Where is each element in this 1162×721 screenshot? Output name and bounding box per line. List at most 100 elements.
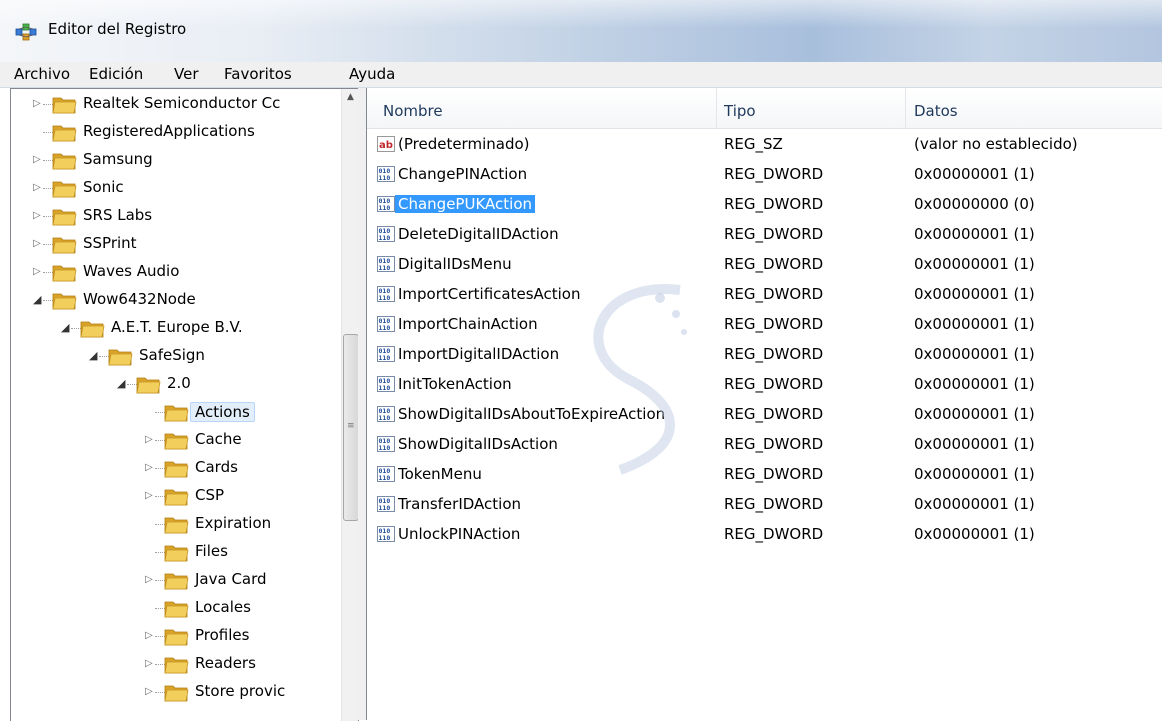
value-name[interactable]: ImportCertificatesAction [398, 285, 581, 303]
tree-item-label[interactable]: CSP [195, 486, 224, 504]
table-row[interactable]: ab (Predeterminado) REG_SZ (valor no establ… [367, 130, 1162, 160]
table-row[interactable]: 010 110 ChangePINAction REG_DWORD 0x00000001… [367, 160, 1162, 190]
folder-icon [79, 317, 105, 339]
folder-icon [163, 569, 189, 591]
title-bar[interactable]: Editor del Registro [0, 0, 1162, 62]
folder-icon [51, 233, 77, 255]
pane-splitter[interactable] [358, 88, 366, 720]
menu-archivo[interactable]: Archivo [14, 65, 70, 83]
tree-item-label[interactable]: Store provic [195, 682, 285, 700]
tree-item[interactable]: Expiration [11, 511, 341, 539]
key-tree[interactable]: ▷ Realtek Semiconductor Cc RegisteredAppli… [10, 88, 359, 721]
menu-ver[interactable]: Ver [174, 65, 199, 83]
value-data: 0x00000000 (0) [914, 195, 1035, 213]
tree-item[interactable]: ▷ Sonic [11, 175, 341, 203]
tree-item[interactable]: ▷ Readers [11, 651, 341, 679]
tree-item[interactable]: ▷ Store provic [11, 679, 341, 707]
dword-value-icon: 010 110 [377, 166, 395, 182]
value-type: REG_DWORD [724, 255, 824, 273]
tree-item[interactable]: ▷ CSP [11, 483, 341, 511]
table-row[interactable]: 010 110 DeleteDigitalIDAction REG_DWORD 0x00… [367, 220, 1162, 250]
column-divider[interactable] [716, 88, 717, 128]
column-divider[interactable] [905, 88, 906, 128]
tree-item-label[interactable]: 2.0 [167, 374, 191, 392]
tree-item-label[interactable]: Sonic [83, 178, 124, 196]
tree-item[interactable]: RegisteredApplications [11, 119, 341, 147]
column-header-data[interactable]: Datos [914, 102, 958, 120]
tree-item-label[interactable]: Actions [190, 402, 255, 422]
table-row[interactable]: 010 110 ImportCertificatesAction REG_DWORD 0… [367, 280, 1162, 310]
tree-item[interactable]: ▷ Cache [11, 427, 341, 455]
tree-item[interactable]: ▷ Cards [11, 455, 341, 483]
table-row[interactable]: 010 110 TokenMenu REG_DWORD 0x00000001 (1) [367, 460, 1162, 490]
tree-item-label[interactable]: Files [195, 542, 228, 560]
tree-item[interactable]: ▷ SRS Labs [11, 203, 341, 231]
tree-item[interactable]: ▷ Java Card [11, 567, 341, 595]
menu-ayuda[interactable]: Ayuda [349, 65, 395, 83]
menu-favoritos[interactable]: Favoritos [224, 65, 292, 83]
tree-scrollbar[interactable]: ▲ ≡ [341, 89, 358, 721]
table-row[interactable]: 010 110 ImportDigitalIDAction REG_DWORD 0x00… [367, 340, 1162, 370]
table-row[interactable]: 010 110 ImportChainAction REG_DWORD 0x000000… [367, 310, 1162, 340]
value-name[interactable]: ImportChainAction [398, 315, 538, 333]
value-name[interactable]: UnlockPINAction [398, 525, 520, 543]
scroll-thumb[interactable]: ≡ [343, 334, 358, 521]
tree-item[interactable]: ▷ Realtek Semiconductor Cc [11, 91, 341, 119]
tree-item-label[interactable]: Readers [195, 654, 256, 672]
tree-item[interactable]: ◢ SafeSign [11, 343, 341, 371]
table-row[interactable]: 010 110 ShowDigitalIDsAction REG_DWORD 0x000… [367, 430, 1162, 460]
tree-item-label[interactable]: Cards [195, 458, 238, 476]
tree-item-label[interactable]: SafeSign [139, 346, 205, 364]
tree-item-label[interactable]: Wow6432Node [83, 290, 196, 308]
svg-text:ab: ab [379, 140, 393, 151]
value-name[interactable]: InitTokenAction [398, 375, 512, 393]
tree-item[interactable]: ◢ Wow6432Node [11, 287, 341, 315]
value-name[interactable]: ImportDigitalIDAction [398, 345, 559, 363]
tree-item[interactable]: ▷ SSPrint [11, 231, 341, 259]
tree-item[interactable]: ◢ 2.0 [11, 371, 341, 399]
table-row[interactable]: 010 110 DigitalIDsMenu REG_DWORD 0x00000001 … [367, 250, 1162, 280]
tree-item[interactable]: Files [11, 539, 341, 567]
svg-text:110: 110 [379, 294, 391, 302]
tree-item-label[interactable]: Waves Audio [83, 262, 179, 280]
tree-item[interactable]: ▷ Waves Audio [11, 259, 341, 287]
value-name[interactable]: (Predeterminado) [398, 135, 530, 153]
tree-item-label[interactable]: SRS Labs [83, 206, 152, 224]
value-name[interactable]: DeleteDigitalIDAction [398, 225, 559, 243]
value-name[interactable]: TransferIDAction [398, 495, 521, 513]
tree-item-label[interactable]: Realtek Semiconductor Cc [83, 94, 280, 112]
table-row[interactable]: 010 110 TransferIDAction REG_DWORD 0x0000000… [367, 490, 1162, 520]
value-name[interactable]: DigitalIDsMenu [398, 255, 512, 273]
tree-item[interactable]: ◢ A.E.T. Europe B.V. [11, 315, 341, 343]
table-row[interactable]: 010 110 UnlockPINAction REG_DWORD 0x00000001… [367, 520, 1162, 550]
dword-value-icon: 010 110 [377, 286, 395, 302]
tree-item-label[interactable]: Java Card [195, 570, 267, 588]
value-name[interactable]: ChangePUKAction [395, 195, 536, 213]
column-header-type[interactable]: Tipo [724, 102, 756, 120]
tree-item[interactable]: ▷ Samsung [11, 147, 341, 175]
tree-item[interactable]: Actions [11, 399, 341, 427]
value-name[interactable]: ShowDigitalIDsAction [398, 435, 558, 453]
value-name[interactable]: TokenMenu [398, 465, 482, 483]
tree-item-label[interactable]: A.E.T. Europe B.V. [111, 318, 243, 336]
value-name[interactable]: ChangePINAction [398, 165, 527, 183]
tree-item[interactable]: ▷ Profiles [11, 623, 341, 651]
menu-edicion[interactable]: Edición [89, 65, 143, 83]
tree-item[interactable]: Locales [11, 595, 341, 623]
tree-item-label[interactable]: Locales [195, 598, 251, 616]
tree-item-label[interactable]: RegisteredApplications [83, 122, 255, 140]
value-name[interactable]: ShowDigitalIDsAboutToExpireAction [398, 405, 665, 423]
scroll-up-arrow-icon[interactable]: ▲ [342, 89, 358, 106]
tree-item-label[interactable]: Samsung [83, 150, 153, 168]
folder-icon [163, 625, 189, 647]
tree-item-label[interactable]: Expiration [195, 514, 271, 532]
tree-item-label[interactable]: Cache [195, 430, 242, 448]
column-header-name[interactable]: Nombre [383, 102, 443, 120]
table-row[interactable]: 010 110 InitTokenAction REG_DWORD 0x00000001… [367, 370, 1162, 400]
tree-item-label[interactable]: SSPrint [83, 234, 137, 252]
table-row[interactable]: 010 110 ShowDigitalIDsAboutToExpireAction R… [367, 400, 1162, 430]
window-title: Editor del Registro [48, 20, 187, 38]
tree-item-label[interactable]: Profiles [195, 626, 249, 644]
table-row[interactable]: 010 110 ChangePUKAction REG_DWORD 0x00000000… [367, 190, 1162, 220]
value-list[interactable]: Nombre Tipo Datos ab (Predeterminado) REG_… [366, 88, 1162, 720]
